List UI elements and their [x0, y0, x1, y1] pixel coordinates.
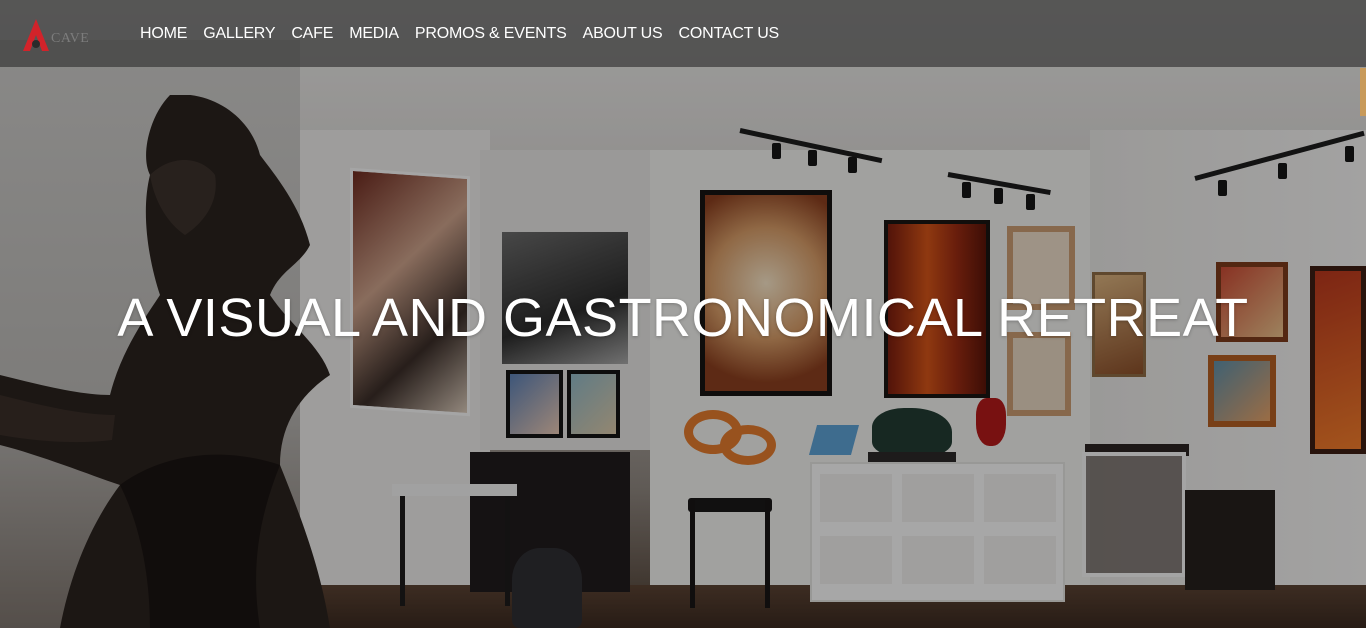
- nav-item-gallery[interactable]: GALLERY: [195, 25, 283, 43]
- nav-item-contact-us[interactable]: CONTACT US: [671, 25, 788, 43]
- site-header: CAVE HOME GALLERY CAFE MEDIA PROMOS & EV…: [0, 0, 1366, 67]
- logo-a-mark-icon: [23, 19, 49, 51]
- nav-item-promos-events[interactable]: PROMOS & EVENTS: [407, 25, 575, 43]
- hero-section: CAVE HOME GALLERY CAFE MEDIA PROMOS & EV…: [0, 0, 1366, 628]
- hero-title: A VISUAL AND GASTRONOMICAL RETREAT: [117, 288, 1249, 348]
- nav-item-home[interactable]: HOME: [132, 25, 195, 43]
- logo-text: CAVE: [51, 31, 90, 46]
- nav-item-about-us[interactable]: ABOUT US: [575, 25, 671, 43]
- nav-item-cafe[interactable]: CAFE: [283, 25, 341, 43]
- site-logo[interactable]: CAVE: [22, 16, 117, 52]
- nav-item-media[interactable]: MEDIA: [341, 25, 407, 43]
- main-nav: HOME GALLERY CAFE MEDIA PROMOS & EVENTS …: [132, 0, 787, 67]
- scrollbar-thumb[interactable]: [1360, 68, 1366, 116]
